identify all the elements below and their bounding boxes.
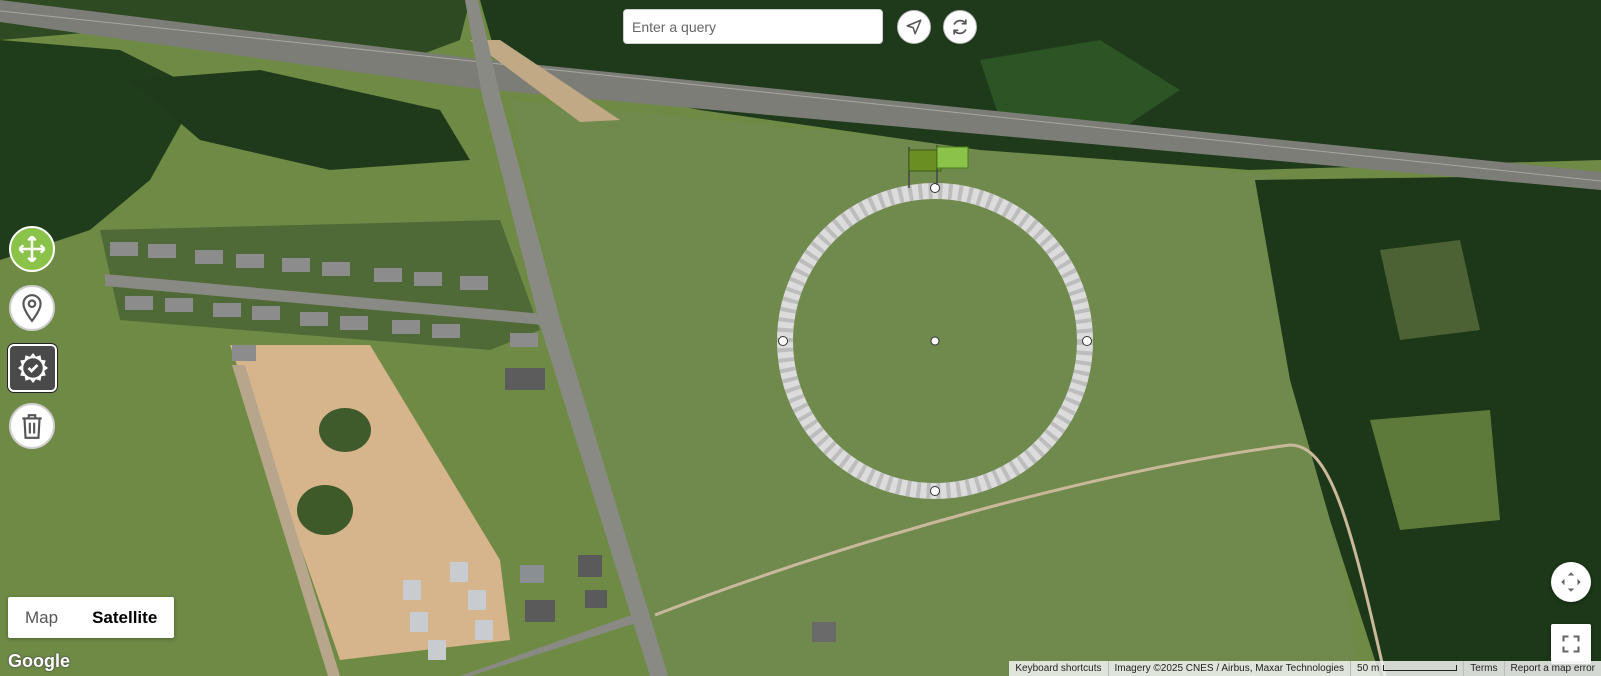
circle-center-handle[interactable] [930, 336, 940, 346]
circle-handle-left[interactable] [778, 336, 788, 346]
cabin [450, 562, 468, 582]
fullscreen-button[interactable] [1551, 624, 1591, 664]
navigation-arrow-icon [906, 19, 922, 35]
scale-bar [1383, 665, 1458, 672]
fullscreen-icon [1562, 635, 1580, 653]
house [148, 244, 176, 258]
keyboard-shortcuts-link[interactable]: Keyboard shortcuts [1009, 661, 1107, 676]
house [585, 590, 607, 608]
settings-tool-button[interactable] [8, 344, 57, 392]
pan-control-icon [1561, 572, 1581, 592]
house [505, 368, 545, 390]
house [195, 250, 223, 264]
flag-light[interactable] [936, 146, 969, 169]
cabin [410, 612, 428, 632]
house [236, 254, 264, 268]
house [322, 262, 350, 276]
house [300, 312, 328, 326]
map-type-map-button[interactable]: Map [8, 597, 75, 638]
satellite-imagery [0, 0, 1601, 676]
imagery-credit: Imagery ©2025 CNES / Airbus, Maxar Techn… [1107, 661, 1351, 676]
report-error-link[interactable]: Report a map error [1503, 661, 1601, 676]
trash-icon [22, 414, 42, 439]
terms-link[interactable]: Terms [1463, 661, 1503, 676]
scale-indicator[interactable]: 50 m [1350, 661, 1463, 676]
house [340, 316, 368, 330]
house [213, 303, 241, 317]
locate-button[interactable] [897, 10, 931, 44]
google-logo[interactable]: Google [8, 651, 70, 672]
attribution-bar: Keyboard shortcuts Imagery ©2025 CNES / … [1009, 661, 1601, 676]
cabin [475, 620, 493, 640]
map-type-control: Map Satellite [8, 597, 175, 638]
circle-handle-top[interactable] [930, 183, 940, 193]
map-pin-icon [22, 294, 42, 323]
house [252, 306, 280, 320]
circle-handle-right[interactable] [1082, 336, 1092, 346]
house [392, 320, 420, 334]
gear-check-icon [17, 353, 48, 383]
house [812, 622, 836, 642]
house [165, 298, 193, 312]
house [232, 345, 256, 361]
refresh-button[interactable] [943, 10, 977, 44]
move-arrows-icon [18, 235, 46, 263]
move-tool-button[interactable] [9, 226, 55, 272]
tree-clump-2 [297, 485, 353, 535]
map-canvas[interactable]: Map Satellite Google Keyboard shortcuts … [0, 0, 1601, 676]
search-input[interactable] [623, 9, 883, 44]
map-type-satellite-button[interactable]: Satellite [75, 597, 174, 638]
house [525, 600, 555, 622]
circle-handle-bottom[interactable] [930, 486, 940, 496]
house [510, 333, 538, 347]
house [578, 555, 602, 577]
refresh-icon [953, 19, 967, 35]
cabin [403, 580, 421, 600]
house [125, 296, 153, 310]
house [432, 324, 460, 338]
cabin [468, 590, 486, 610]
house [460, 276, 488, 290]
house [520, 565, 544, 583]
flag-dark[interactable] [908, 149, 942, 172]
tree-clump [319, 408, 371, 452]
marker-tool-button[interactable] [9, 285, 55, 331]
pan-control[interactable] [1551, 562, 1591, 602]
house [414, 272, 442, 286]
house [282, 258, 310, 272]
cabin [428, 640, 446, 660]
house [374, 268, 402, 282]
house [110, 242, 138, 256]
scale-label: 50 m [1357, 663, 1380, 674]
delete-tool-button[interactable] [9, 403, 55, 449]
